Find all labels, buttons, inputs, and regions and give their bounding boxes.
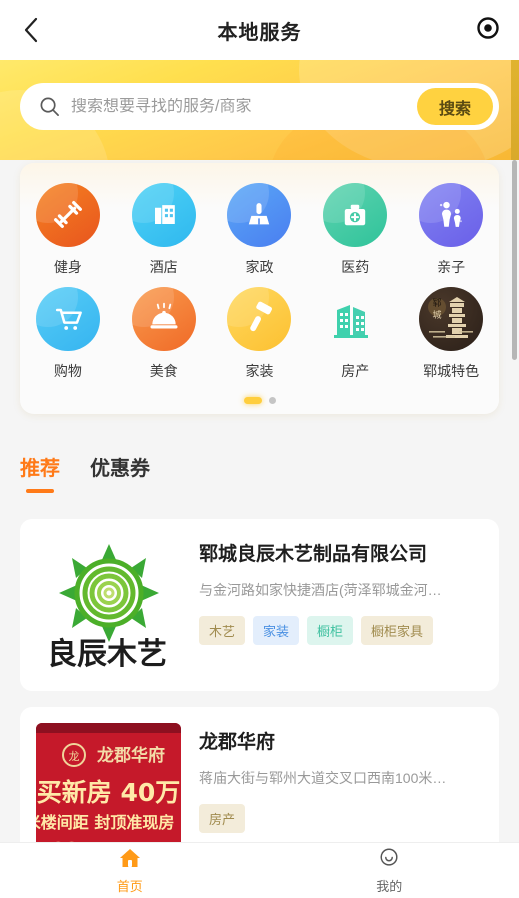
category-item-housekeeping[interactable]: 家政	[212, 177, 308, 281]
category-label: 美食	[149, 363, 178, 379]
carousel-dot[interactable]	[268, 397, 276, 404]
category-item-realestate[interactable]: 房产	[307, 281, 403, 385]
listing-tags: 房产	[199, 804, 483, 833]
parent-child-icon	[419, 183, 484, 247]
category-label: 家装	[245, 363, 274, 379]
svg-text:郓: 郓	[433, 298, 442, 309]
smiley-face-icon	[377, 847, 401, 874]
bottom-navigation: 首页 我的	[0, 842, 519, 898]
longjun-huafu-ad: 龙 龙郡华府 万买新房 40万 0米楼间距 封顶准现房 7827777	[36, 723, 181, 842]
category-item-parentchild[interactable]: 亲子	[403, 177, 499, 281]
category-label: 亲子	[437, 259, 466, 275]
shopping-cart-icon	[35, 287, 100, 351]
bottom-nav-label: 我的	[376, 878, 403, 894]
buildings-icon	[323, 287, 387, 351]
banner-edge	[511, 60, 519, 160]
list-item[interactable]: 龙 龙郡华府 万买新房 40万 0米楼间距 封顶准现房 7827777 龙郡华府…	[20, 707, 499, 842]
category-panel: 健身 酒店 家政 医药 亲子 购物 美食 家装 房产 郓 城 郓城特色	[20, 163, 499, 414]
bottom-nav-profile[interactable]: 我的	[260, 843, 519, 898]
chevron-left-icon	[23, 17, 39, 43]
back-button[interactable]	[14, 13, 48, 47]
category-label: 家政	[245, 259, 274, 275]
category-label: 郓城特色	[423, 363, 480, 379]
listing-title: 龙郡华府	[199, 732, 276, 753]
category-item-fitness[interactable]: 健身	[20, 177, 116, 281]
tag[interactable]: 家装	[253, 616, 300, 645]
hotel-building-icon	[131, 183, 196, 247]
tab-recommend[interactable]: 推荐	[20, 452, 60, 493]
target-record-icon	[476, 16, 500, 45]
svg-text:良辰木艺: 良辰木艺	[47, 637, 167, 672]
record-button[interactable]	[475, 16, 501, 45]
list-item[interactable]: 良辰木艺 郓城良辰木艺制品有限公司 与金河路如家快捷酒店(菏泽郓城金河… 木艺 …	[20, 519, 499, 691]
search-icon	[38, 96, 60, 118]
app-screen: 本地服务 搜索想要寻找的服务/商家 搜索 健身 酒店 家政 医药 亲子 购物 美…	[0, 0, 519, 898]
page-title: 本地服务	[217, 21, 302, 44]
listing-info: 郓城良辰木艺制品有限公司 与金河路如家快捷酒店(菏泽郓城金河… 木艺 家装 橱柜…	[199, 535, 483, 675]
medical-kit-icon	[323, 183, 388, 247]
category-label: 健身	[53, 259, 82, 275]
dumbbell-icon	[35, 183, 100, 247]
navigation-bar: 本地服务	[0, 0, 519, 60]
broom-icon	[227, 183, 292, 247]
page-scrollbar[interactable]	[512, 160, 517, 360]
category-item-shopping[interactable]: 购物	[20, 281, 116, 385]
listing-info: 龙郡华府 蒋庙大街与郓州大道交叉口西南100米… 房产	[199, 723, 483, 842]
category-item-medicine[interactable]: 医药	[307, 177, 403, 281]
tag[interactable]: 橱柜	[307, 616, 354, 645]
listing-title: 郓城良辰木艺制品有限公司	[199, 544, 428, 565]
tab-coupons[interactable]: 优惠券	[90, 452, 150, 493]
listing-address: 与金河路如家快捷酒店(菏泽郓城金河…	[199, 582, 442, 598]
category-label: 房产	[341, 363, 370, 379]
tag[interactable]: 房产	[199, 804, 246, 833]
search-input[interactable]	[60, 97, 417, 116]
pagoda-icon: 郓 城	[419, 287, 484, 351]
carousel-dot-active[interactable]	[243, 397, 262, 404]
listing-list: 良辰木艺 郓城良辰木艺制品有限公司 与金河路如家快捷酒店(菏泽郓城金河… 木艺 …	[20, 519, 499, 842]
category-label: 酒店	[149, 259, 178, 275]
category-item-food[interactable]: 美食	[116, 281, 212, 385]
bottom-nav-label: 首页	[116, 878, 143, 894]
merchant-logo: 龙 龙郡华府 万买新房 40万 0米楼间距 封顶准现房 7827777	[36, 723, 181, 842]
search-banner: 搜索	[0, 60, 519, 160]
liangchen-muyi-logo: 良辰木艺	[47, 543, 167, 672]
svg-text:龙郡华府: 龙郡华府	[96, 745, 165, 766]
food-dome-icon	[131, 287, 196, 351]
category-row-1: 健身 酒店 家政 医药 亲子	[20, 177, 499, 281]
svg-text:万买新房 40万: 万买新房 40万	[36, 778, 180, 807]
merchant-logo: 良辰木艺	[36, 535, 181, 675]
listing-address: 蒋庙大街与郓州大道交叉口西南100米…	[199, 770, 447, 786]
category-label: 购物	[53, 363, 82, 379]
home-icon	[118, 847, 142, 874]
listing-tags: 木艺 家装 橱柜 橱柜家具	[199, 616, 483, 645]
category-label: 医药	[341, 259, 370, 275]
search-button[interactable]: 搜索	[416, 88, 493, 125]
category-item-homedecor[interactable]: 家装	[212, 281, 308, 385]
tag[interactable]: 橱柜家具	[361, 616, 434, 645]
search-bar[interactable]: 搜索	[20, 83, 499, 130]
svg-text:龙: 龙	[69, 750, 80, 763]
category-row-2: 购物 美食 家装 房产 郓 城 郓城特色	[20, 281, 499, 385]
category-item-hotel[interactable]: 酒店	[116, 177, 212, 281]
tag[interactable]: 木艺	[199, 616, 246, 645]
content-tabs: 推荐 优惠券	[20, 452, 150, 493]
carousel-pagination	[20, 397, 499, 404]
svg-text:城: 城	[433, 310, 442, 321]
bottom-nav-home[interactable]: 首页	[0, 843, 260, 898]
category-item-yunchengfeature[interactable]: 郓 城 郓城特色	[403, 281, 499, 385]
paint-roller-icon	[227, 287, 292, 351]
svg-text:0米楼间距 封顶准现房: 0米楼间距 封顶准现房	[36, 813, 174, 832]
